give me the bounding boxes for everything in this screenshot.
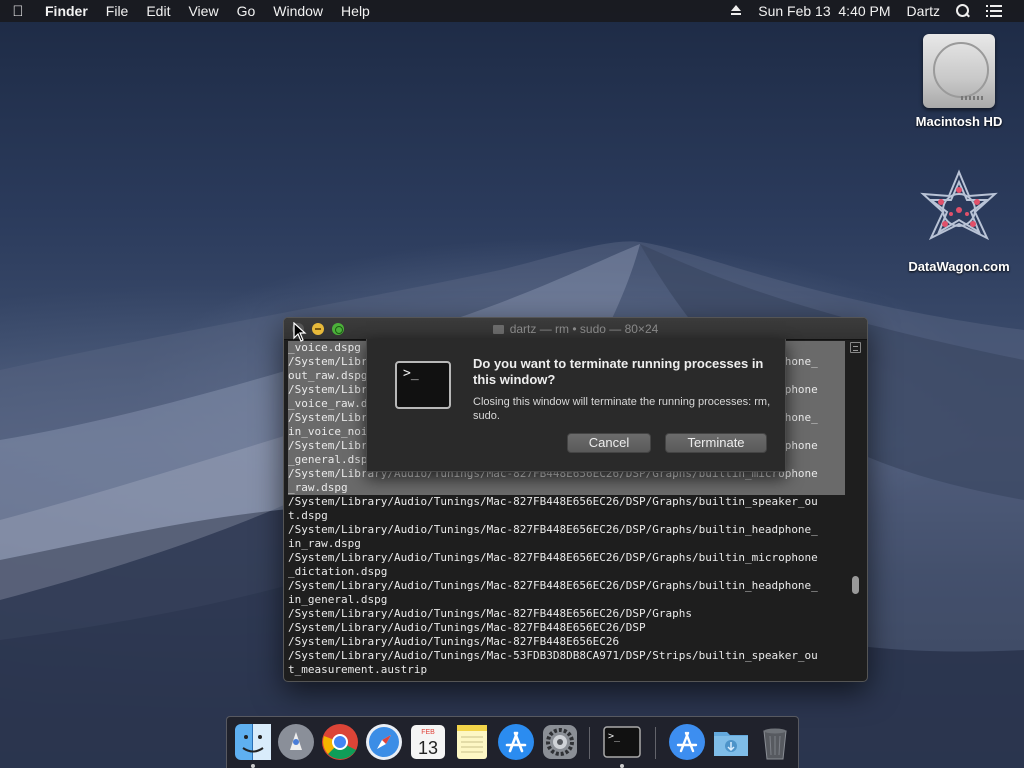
downloads-folder-icon[interactable] <box>711 722 751 762</box>
mouse-pointer-icon <box>293 322 307 342</box>
finder-icon[interactable] <box>233 722 273 762</box>
apple-menu-icon[interactable]:  <box>0 3 36 20</box>
menu-view[interactable]: View <box>179 0 227 22</box>
window-minimize-button[interactable] <box>312 323 324 335</box>
svg-text:13: 13 <box>418 738 438 758</box>
dialog-heading: Do you want to terminate running process… <box>473 356 764 387</box>
dialog-message: Closing this window will terminate the r… <box>473 396 771 422</box>
terminal-line: in_raw.dspg <box>288 537 361 550</box>
terminal-line: _dictation.dspg <box>288 565 388 578</box>
desktop-icon-label: Macintosh HD <box>915 114 1003 129</box>
terminal-line: _raw.dspg <box>288 481 845 495</box>
menu-edit[interactable]: Edit <box>137 0 179 22</box>
terminal-line: t.dspg <box>288 509 328 522</box>
terminal-line: /System/Library/Audio/Tunings/Mac-827FB4… <box>288 495 818 508</box>
chrome-icon[interactable] <box>320 722 360 762</box>
split-pane-icon[interactable] <box>850 342 861 353</box>
scrollbar-thumb[interactable] <box>852 576 859 594</box>
terminal-line: /System/Library/Audio/Tunings/Mac-827FB4… <box>288 635 620 648</box>
cancel-button[interactable]: Cancel <box>567 433 651 453</box>
menu-help[interactable]: Help <box>332 0 379 22</box>
svg-text:>_: >_ <box>608 731 621 742</box>
calendar-icon[interactable]: FEB 13 <box>408 722 448 762</box>
terminal-line: in_general.dspg <box>288 593 388 606</box>
desktop-icon-macintosh-hd[interactable]: Macintosh HD <box>904 34 1014 129</box>
launchpad-icon[interactable] <box>276 722 316 762</box>
terminate-button[interactable]: Terminate <box>665 433 767 453</box>
datawagon-logo-icon <box>920 169 998 241</box>
svg-text:FEB: FEB <box>421 729 435 736</box>
folder-icon <box>492 324 504 334</box>
window-title: dartz — rm • sudo — 80×24 <box>492 322 658 336</box>
terminal-icon[interactable]: >_ <box>602 722 642 762</box>
terminate-processes-dialog: >_ Do you want to terminate running proc… <box>366 339 786 472</box>
terminal-line: /System/Library/Audio/Tunings/Mac-827FB4… <box>288 607 692 620</box>
menu-user[interactable]: Dartz <box>899 3 948 19</box>
terminal-titlebar[interactable]: dartz — rm • sudo — 80×24 <box>284 318 867 340</box>
spotlight-search-icon[interactable] <box>948 4 978 18</box>
terminal-line: /System/Library/Audio/Tunings/Mac-53FDB3… <box>288 649 818 662</box>
terminal-line: /System/Library/Audio/Tunings/Mac-827FB4… <box>288 621 646 634</box>
dock: FEB 13 >_ <box>226 716 799 768</box>
terminal-line: /System/Library/Audio/Tunings/Mac-827FB4… <box>288 551 818 564</box>
safari-icon[interactable] <box>364 722 404 762</box>
notification-center-icon[interactable] <box>978 5 1010 17</box>
terminal-scrollbar[interactable] <box>849 342 863 675</box>
desktop-icon-datawagon[interactable]: DataWagon.com <box>904 168 1014 274</box>
system-preferences-icon[interactable] <box>540 722 580 762</box>
menu-finder[interactable]: Finder <box>36 0 97 22</box>
hard-drive-icon <box>923 34 995 108</box>
eject-icon[interactable] <box>722 5 750 17</box>
trash-icon[interactable] <box>755 722 795 762</box>
app-store-icon[interactable] <box>496 722 536 762</box>
terminal-line: t_measurement.austrip <box>288 663 428 676</box>
terminal-line: /System/Library/Audio/Tunings/Mac-827FB4… <box>288 523 818 536</box>
menu-clock[interactable]: Sun Feb 13 4:40 PM <box>750 3 898 19</box>
notes-icon[interactable] <box>452 722 492 762</box>
menu-file[interactable]: File <box>97 0 138 22</box>
menu-window[interactable]: Window <box>264 0 332 22</box>
window-zoom-button[interactable] <box>332 323 344 335</box>
applications-folder-icon[interactable] <box>667 722 707 762</box>
terminal-app-icon: >_ <box>395 361 451 409</box>
terminal-line: /System/Library/Audio/Tunings/Mac-827FB4… <box>288 579 818 592</box>
menu-go[interactable]: Go <box>228 0 265 22</box>
desktop-icon-label: DataWagon.com <box>908 259 1010 274</box>
menu-bar:  Finder File Edit View Go Window Help S… <box>0 0 1024 22</box>
